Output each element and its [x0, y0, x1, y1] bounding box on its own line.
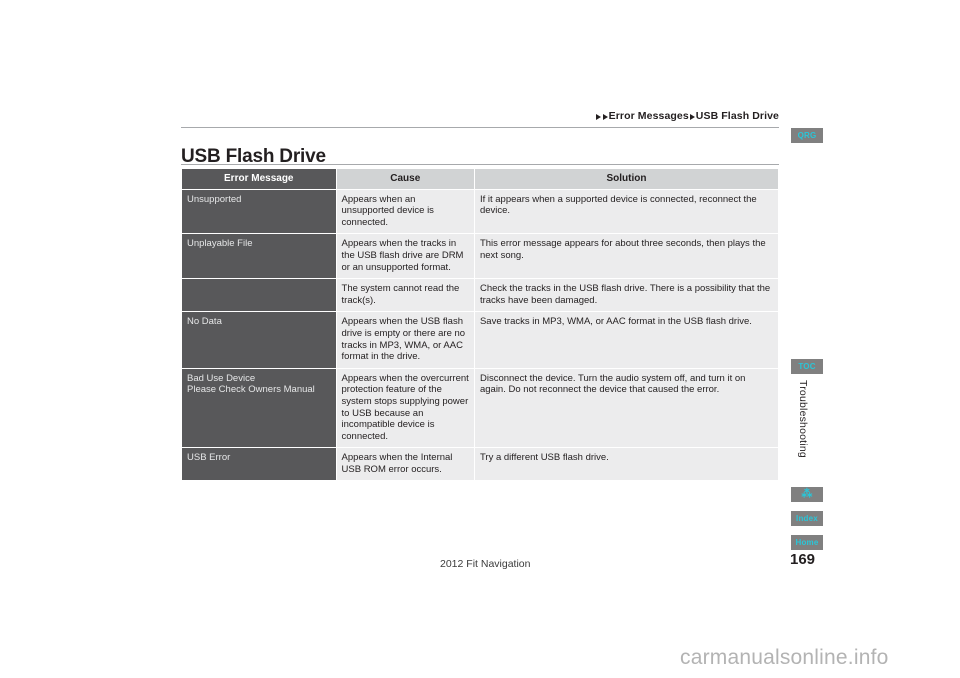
table-row: Unsupported Appears when an unsupported … — [182, 189, 778, 234]
cell-solution: If it appears when a supported device is… — [474, 189, 778, 234]
cell-cause: Appears when the overcurrent protection … — [336, 368, 474, 448]
cell-cause: Appears when the Internal USB ROM error … — [336, 448, 474, 481]
cell-error-message: USB Error — [182, 448, 336, 481]
cell-solution: Disconnect the device. Turn the audio sy… — [474, 368, 778, 448]
table-body: Unsupported Appears when an unsupported … — [182, 189, 778, 481]
table-row: Unplayable File Appears when the tracks … — [182, 234, 778, 279]
qrg-button[interactable]: QRG — [791, 128, 823, 143]
cell-cause: Appears when the USB flash drive is empt… — [336, 312, 474, 368]
column-header-error-message: Error Message — [182, 169, 336, 189]
cell-cause: Appears when the tracks in the USB flash… — [336, 234, 474, 279]
footer-title: 2012 Fit Navigation — [440, 558, 531, 570]
cell-error-message: Bad Use Device Please Check Owners Manua… — [182, 368, 336, 448]
cell-error-message: Unplayable File — [182, 234, 336, 279]
cell-cause: The system cannot read the track(s). — [336, 279, 474, 312]
cell-error-message: No Data — [182, 312, 336, 368]
home-button[interactable]: Home — [791, 535, 823, 550]
chevron-right-icon — [689, 113, 695, 120]
section-label: Troubleshooting — [797, 380, 809, 458]
column-header-solution: Solution — [474, 169, 778, 189]
cell-error-message — [182, 279, 336, 312]
chevron-right-icon — [602, 113, 608, 120]
cell-solution: Save tracks in MP3, WMA, or AAC format i… — [474, 312, 778, 368]
table-row: The system cannot read the track(s). Che… — [182, 279, 778, 312]
cell-solution: Try a different USB flash drive. — [474, 448, 778, 481]
cell-solution: This error message appears for about thr… — [474, 234, 778, 279]
error-message-table: Error Message Cause Solution Unsupported… — [181, 168, 779, 481]
divider-under-title — [181, 164, 779, 165]
table-row: USB Error Appears when the Internal USB … — [182, 448, 778, 481]
breadcrumb: Error Messages USB Flash Drive — [595, 110, 779, 122]
breadcrumb-item-error-messages[interactable]: Error Messages — [609, 110, 689, 122]
table-row: Bad Use Device Please Check Owners Manua… — [182, 368, 778, 448]
watermark: carmanualsonline.info — [680, 646, 889, 669]
quick-reference-icon-button[interactable]: ⁂ — [791, 487, 823, 502]
chevron-right-icon — [595, 113, 601, 120]
asterism-icon: ⁂ — [801, 488, 813, 500]
page-number: 169 — [790, 551, 816, 568]
index-button[interactable]: Index — [791, 511, 823, 526]
toc-button[interactable]: TOC — [791, 359, 823, 374]
divider-top — [181, 127, 779, 128]
table-row: No Data Appears when the USB flash drive… — [182, 312, 778, 368]
cell-error-message: Unsupported — [182, 189, 336, 234]
column-header-cause: Cause — [336, 169, 474, 189]
cell-cause: Appears when an unsupported device is co… — [336, 189, 474, 234]
cell-solution: Check the tracks in the USB flash drive.… — [474, 279, 778, 312]
breadcrumb-item-usb-flash-drive[interactable]: USB Flash Drive — [696, 110, 779, 122]
table-header-row: Error Message Cause Solution — [182, 169, 778, 189]
